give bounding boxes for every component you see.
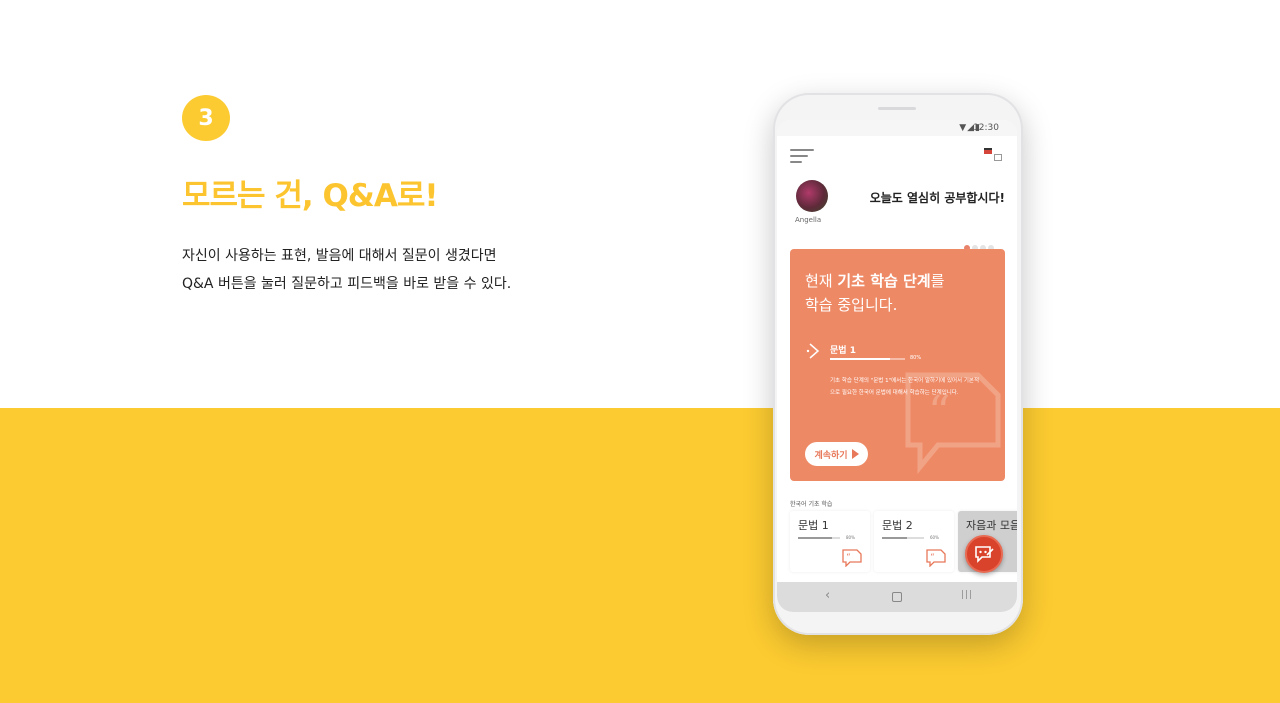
- lesson-card-grammar-1[interactable]: 문법 1 80% “: [790, 511, 870, 572]
- quote-bubble-icon: “: [926, 549, 946, 567]
- section-headline: 모르는 건, Q&A로!: [182, 178, 438, 214]
- step-number-badge: 3: [182, 95, 230, 141]
- lesson-card-progress-label: 80%: [846, 535, 855, 540]
- lesson-card-progress: [882, 537, 924, 539]
- qa-fab-button[interactable]: [965, 535, 1003, 573]
- lesson-card-progress: [798, 537, 840, 539]
- lesson-card-progress-label: 60%: [930, 535, 939, 540]
- yellow-background-band: [0, 408, 1280, 703]
- home-icon[interactable]: [892, 592, 902, 602]
- section-label: 한국어 기초 학습: [790, 501, 833, 508]
- avatar[interactable]: [796, 180, 828, 212]
- svg-text:“: “: [846, 552, 851, 563]
- lesson-description: 기초 학습 단계의 "문법 1"에서는 한국어 말하기에 있어서 기본적으로 필…: [830, 378, 980, 396]
- lesson-card-title: 문법 1: [798, 519, 829, 532]
- hamburger-menu-icon[interactable]: [790, 148, 814, 164]
- back-icon[interactable]: ‹: [825, 588, 830, 603]
- recent-apps-icon[interactable]: |||: [961, 590, 973, 600]
- qa-chat-icon: [975, 546, 994, 563]
- current-stage-card[interactable]: “ 현재 기초 학습 단계를 학습 중입니다. 문법 1 80% 기초 학습 단…: [790, 249, 1005, 481]
- description-line-2: Q&A 버튼을 눌러 질문하고 피드백을 바로 받을 수 있다.: [182, 276, 512, 292]
- lesson-progress-label: 80%: [910, 355, 922, 361]
- greeting-text: 오늘도 열심히 공부합시다!: [869, 191, 1005, 205]
- section-description: 자신이 사용하는 표현, 발음에 대해서 질문이 생겼다면 Q&A 버튼을 눌러…: [182, 242, 511, 298]
- chevron-right-icon: [806, 343, 820, 359]
- lesson-card-title: 문법 2: [882, 519, 913, 532]
- continue-button[interactable]: 계속하기: [805, 442, 868, 466]
- user-name: Angella: [795, 216, 822, 224]
- svg-text:“: “: [930, 552, 935, 563]
- language-switch-icon[interactable]: [984, 148, 1004, 164]
- phone-screen: ▼◢▮ 12:30 Angella 오늘도 열심히 공부합시다! “ 현재 기초…: [777, 120, 1017, 612]
- android-nav-bar: ‹ |||: [777, 582, 1017, 612]
- status-bar: ▼◢▮ 12:30: [777, 120, 1017, 136]
- status-time: 12:30: [973, 123, 999, 133]
- lesson-title: 문법 1: [830, 346, 856, 356]
- card-heading: 현재 기초 학습 단계를 학습 중입니다.: [805, 272, 945, 314]
- phone-speaker: [878, 107, 916, 110]
- play-icon: [851, 449, 859, 459]
- lesson-card-grammar-2[interactable]: 문법 2 60% “: [874, 511, 954, 572]
- description-line-1: 자신이 사용하는 표현, 발음에 대해서 질문이 생겼다면: [182, 248, 497, 264]
- quote-bubble-icon: “: [842, 549, 862, 567]
- lesson-progress-bar: [830, 358, 905, 360]
- lesson-card-title: 자음과 모음: [966, 519, 1017, 532]
